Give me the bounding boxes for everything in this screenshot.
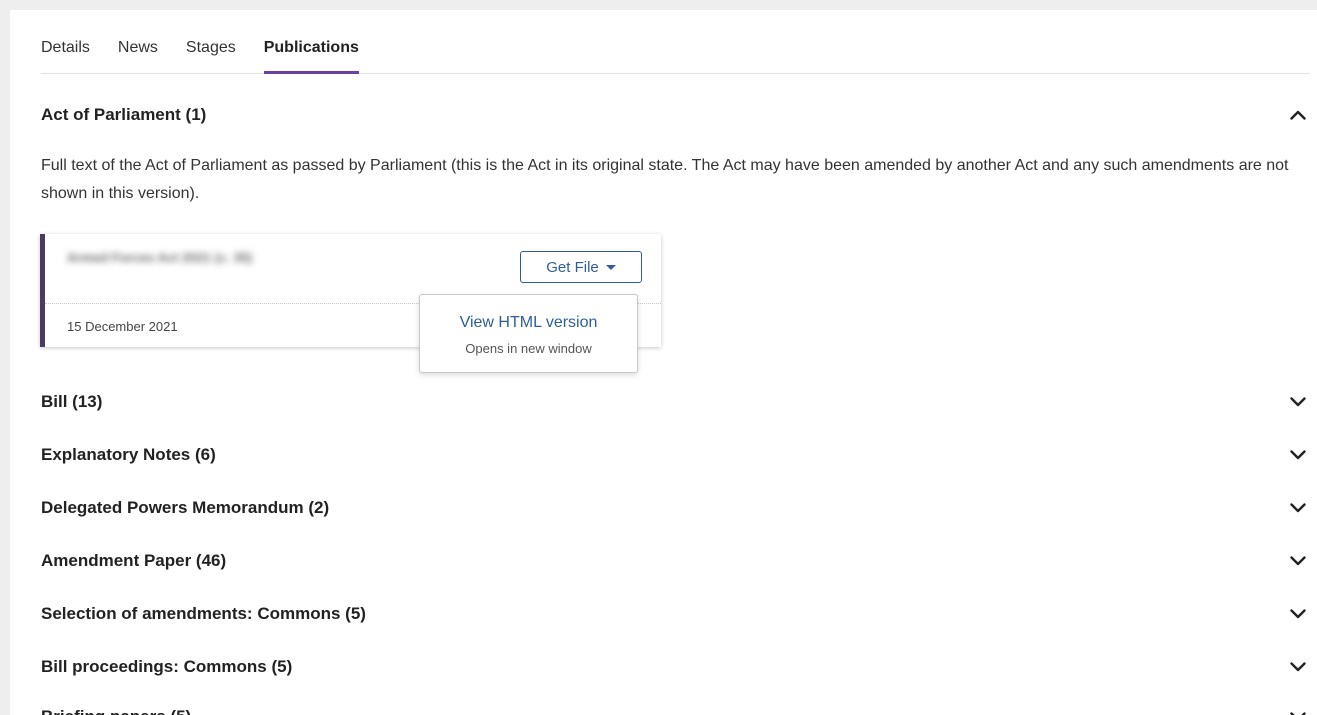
view-html-link[interactable]: View HTML version	[420, 314, 637, 332]
section-title: Briefing papers (5)	[41, 707, 191, 715]
section-briefing-papers[interactable]: Briefing papers (5)	[41, 702, 1309, 715]
get-file-label: Get File	[546, 258, 599, 276]
chevron-down-icon[interactable]	[1287, 497, 1309, 519]
publication-date: 15 December 2021	[67, 319, 178, 334]
tab-news[interactable]: News	[118, 10, 158, 73]
chevron-up-icon[interactable]	[1287, 104, 1309, 126]
chevron-down-icon[interactable]	[1287, 550, 1309, 572]
section-title: Delegated Powers Memorandum (2)	[41, 498, 330, 517]
section-description: Full text of the Act of Parliament as pa…	[41, 157, 1289, 202]
tab-stages[interactable]: Stages	[186, 10, 236, 73]
section-title: Bill (13)	[41, 392, 103, 411]
opens-new-window-note: Opens in new window	[465, 341, 592, 356]
chevron-down-icon[interactable]	[1287, 656, 1309, 678]
section-bill-proceedings[interactable]: Bill proceedings: Commons (5)	[41, 652, 1309, 682]
chevron-down-icon[interactable]	[1287, 391, 1309, 413]
tab-bar: Details News Stages Publications	[41, 10, 1309, 74]
section-amendment-paper[interactable]: Amendment Paper (46)	[41, 546, 1309, 576]
section-delegated-powers-memorandum[interactable]: Delegated Powers Memorandum (2)	[41, 493, 1309, 523]
chevron-down-icon[interactable]	[1287, 444, 1309, 466]
publications-panel: Details News Stages Publications Act of …	[10, 10, 1317, 715]
section-explanatory-notes[interactable]: Explanatory Notes (6)	[41, 440, 1309, 470]
section-bill[interactable]: Bill (13)	[41, 387, 1309, 417]
get-file-dropdown: View HTML version Opens in new window	[419, 294, 638, 373]
chevron-down-icon[interactable]	[1287, 706, 1309, 715]
tab-details[interactable]: Details	[41, 10, 90, 73]
publication-title[interactable]: Armed Forces Act 2021 (c. 35)	[67, 250, 252, 265]
tab-publications[interactable]: Publications	[263, 10, 359, 74]
get-file-button[interactable]: Get File	[520, 251, 642, 283]
section-title: Bill proceedings: Commons (5)	[41, 657, 293, 676]
section-act-of-parliament[interactable]: Act of Parliament (1)	[41, 100, 1309, 130]
chevron-down-icon[interactable]	[1287, 603, 1309, 625]
section-title: Selection of amendments: Commons (5)	[41, 604, 366, 623]
section-title: Amendment Paper (46)	[41, 551, 227, 570]
caret-down-icon	[605, 264, 616, 270]
section-title: Explanatory Notes (6)	[41, 445, 216, 464]
section-selection-of-amendments[interactable]: Selection of amendments: Commons (5)	[41, 599, 1309, 629]
section-title: Act of Parliament (1)	[41, 105, 207, 124]
